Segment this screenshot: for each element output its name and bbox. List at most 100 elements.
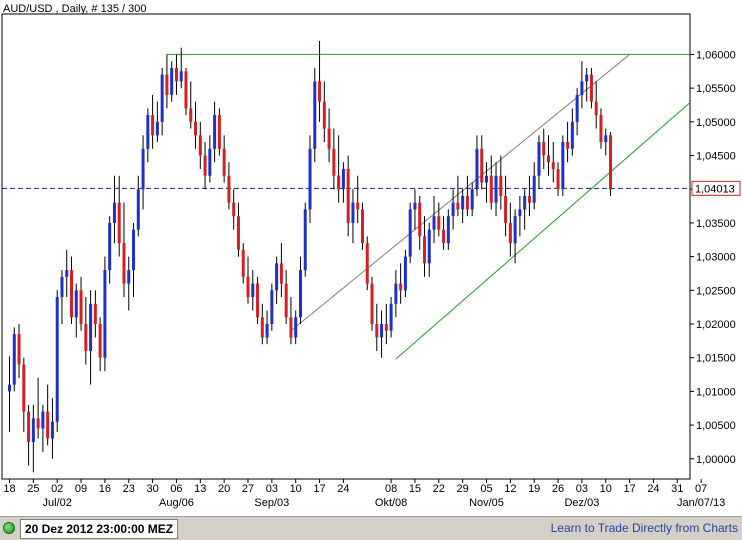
candle-up [50,421,54,439]
x-tick-label: 16 [99,483,111,495]
candle-up [275,263,279,291]
y-tick-label: 1,01500 [696,353,736,365]
candle-down [194,121,198,136]
month-label: Sep/03 [254,497,289,509]
x-tick-label: 26 [552,483,564,495]
x-tick-label: 29 [457,483,469,495]
month-label: Okt/08 [375,497,407,509]
learn-to-trade-link[interactable]: Learn to Trade Directly from Charts [551,521,738,535]
candle-up [251,283,255,298]
candle-up [470,189,474,210]
candle-up [303,209,307,271]
status-bar: 20 Dez 2012 23:00:00 MEZ Learn to Trade … [0,516,742,540]
candle-down [370,283,374,324]
x-tick-label: 08 [385,483,397,495]
x-tick-label: 17 [313,483,325,495]
x-tick-label: 06 [170,483,182,495]
y-tick-label: 1,06000 [696,49,736,61]
candle-down [556,169,560,190]
candle-up [146,115,150,149]
month-label: Jul/02 [43,497,72,509]
candle-up [265,324,269,338]
candle-down [322,101,326,129]
price-chart[interactable]: AUD/USD , Daily, # 135 / 300 1,00000 1,005… [0,0,742,516]
candle-down [241,249,245,277]
candle-down [375,324,379,338]
candle-down [589,74,593,102]
candle-up [112,202,116,223]
x-tick-label: 24 [337,483,349,495]
candle-down [594,101,598,116]
candle-up [160,74,164,122]
candle-down [98,324,102,358]
candle-down [246,276,250,298]
candle-up [403,256,407,291]
y-tick-label: 1,02500 [696,285,736,297]
candle-down [84,324,88,351]
candle-up [518,209,522,217]
candle-down [480,148,484,183]
candle-up [41,411,45,429]
candle-up [570,121,574,149]
candle-down [327,128,331,149]
candle-up [141,148,145,190]
candle-up [298,270,302,318]
y-tick-label: 1,03500 [696,218,736,230]
candle-up [127,270,131,284]
candle-down [222,148,226,176]
candle-down [93,303,97,324]
candle-up [561,142,565,190]
candle-up [132,229,136,271]
candle-down [198,135,202,156]
candle-up [485,175,488,183]
candle-down [399,283,403,291]
candle-up [380,324,384,338]
candle-down [289,317,293,338]
candle-down [504,195,508,223]
candle-up [523,195,527,210]
candle-up [432,216,436,230]
x-tick-label: 20 [218,483,230,495]
candle-up [89,303,93,351]
connection-status-icon [3,522,15,534]
x-tick-label: 31 [671,483,683,495]
candle-up [8,384,11,392]
candle-down [284,283,288,318]
candle-down [609,135,613,190]
candle-up [413,202,417,210]
candle-down [442,229,446,244]
x-tick-label: 12 [504,483,516,495]
candle-down [279,263,283,284]
candle-down [356,202,360,210]
x-tick-label: 05 [480,483,492,495]
candle-down [236,216,240,250]
x-tick-label: 18 [3,483,15,495]
candle-up [451,202,455,217]
candle-up [294,317,298,338]
x-tick-label: 03 [576,483,588,495]
x-tick-label: 02 [51,483,63,495]
candle-down [547,155,551,163]
x-tick-label: 25 [27,483,39,495]
candle-down [489,175,493,203]
candle-down [551,162,555,169]
candle-down [36,418,40,429]
candle-down [465,195,469,210]
candle-down [256,283,260,318]
candle-up [270,290,274,324]
y-tick-label: 1,05500 [696,83,736,95]
candle-up [179,71,183,82]
current-price-label: 1,04013 [695,183,735,195]
candle-down [346,169,350,223]
candle-down [27,411,31,442]
candle-up [575,94,579,122]
y-tick-label: 1,02000 [696,319,736,331]
x-tick-label: 23 [123,483,135,495]
x-tick-label: 30 [146,483,158,495]
candle-up [585,74,589,82]
candle-down [122,243,126,284]
x-tick-label: 07 [695,483,707,495]
candle-up [108,222,112,271]
candle-down [318,81,322,102]
candle-down [227,175,231,203]
